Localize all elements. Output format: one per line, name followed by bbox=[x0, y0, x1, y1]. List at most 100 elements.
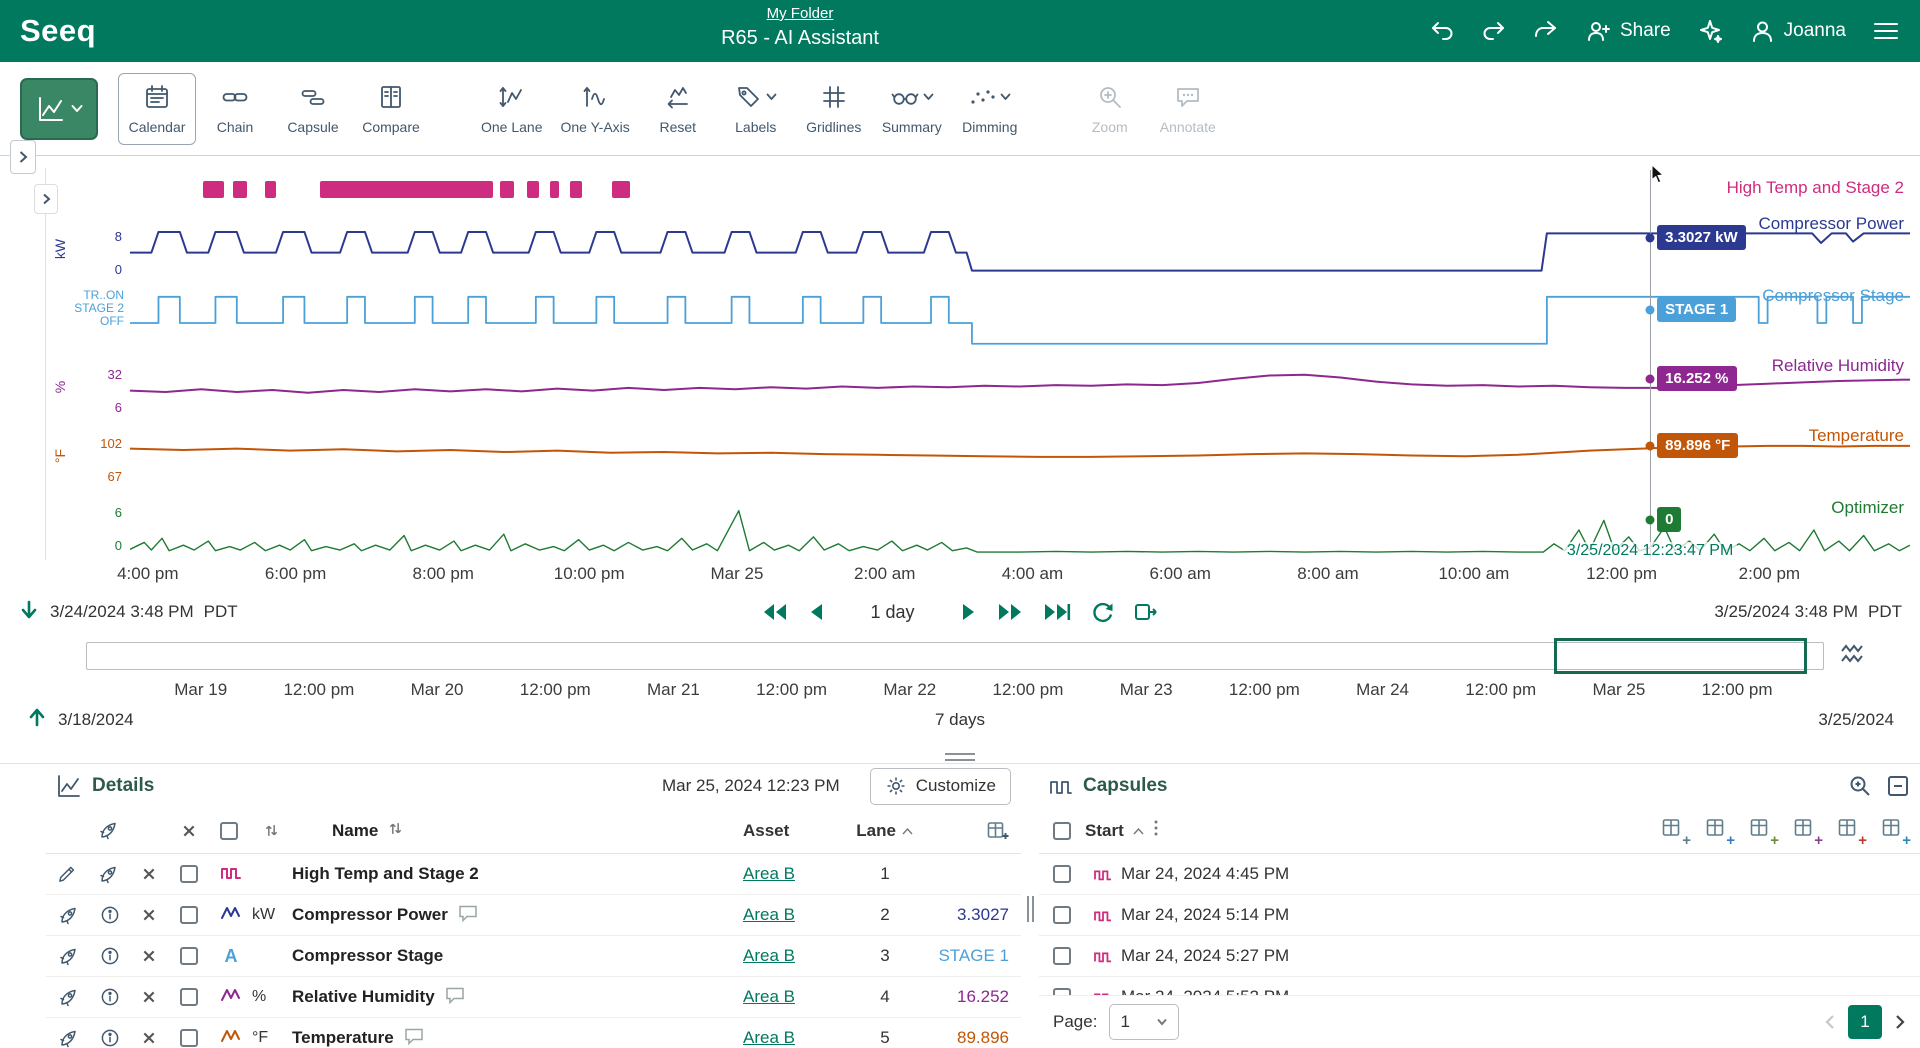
collapse-panel-icon[interactable] bbox=[1886, 774, 1910, 798]
reset-button[interactable]: Reset bbox=[639, 73, 717, 145]
ai-assistant-icon[interactable] bbox=[1697, 18, 1723, 44]
column-menu-icon[interactable] bbox=[1153, 819, 1159, 842]
lane-y-axis[interactable]: 6 0 bbox=[46, 490, 130, 559]
prev-page-button[interactable] bbox=[1824, 1014, 1836, 1030]
step-back-button[interactable] bbox=[808, 602, 824, 622]
capsule-checkbox[interactable] bbox=[1053, 947, 1071, 965]
current-page-button[interactable]: 1 bbox=[1848, 1005, 1882, 1039]
next-page-button[interactable] bbox=[1894, 1014, 1906, 1030]
capsule-bar[interactable] bbox=[550, 181, 559, 198]
asset-link[interactable]: Area B bbox=[743, 864, 795, 884]
capsule-checkbox[interactable] bbox=[1053, 865, 1071, 883]
labels-button[interactable]: Labels bbox=[717, 73, 795, 145]
remove-icon[interactable] bbox=[130, 908, 168, 922]
capsule-button[interactable]: Capsule bbox=[274, 73, 352, 145]
remove-icon[interactable] bbox=[130, 1031, 168, 1045]
add-column-icon[interactable] bbox=[917, 821, 1021, 841]
range-start-arrow-icon[interactable] bbox=[18, 599, 40, 626]
add-capsule-column-icon[interactable]: + bbox=[1794, 818, 1816, 843]
overview-track[interactable] bbox=[86, 642, 1824, 670]
series-label[interactable]: Optimizer bbox=[1831, 498, 1904, 518]
info-icon[interactable] bbox=[90, 946, 130, 966]
select-all-checkbox[interactable] bbox=[220, 822, 238, 840]
compare-button[interactable]: Compare bbox=[352, 73, 430, 145]
asset-link[interactable]: Area B bbox=[743, 1028, 795, 1048]
row-checkbox[interactable] bbox=[180, 1029, 198, 1047]
breadcrumb[interactable]: My Folder bbox=[767, 5, 834, 22]
edit-icon[interactable] bbox=[46, 865, 86, 884]
view-selector-dropdown[interactable] bbox=[20, 78, 98, 140]
comment-icon[interactable] bbox=[404, 1027, 424, 1048]
add-capsule-column-icon[interactable]: + bbox=[1706, 818, 1728, 843]
capsule-bar[interactable] bbox=[320, 181, 493, 198]
overview-start-arrow-icon[interactable] bbox=[26, 706, 48, 733]
sort-type-icon[interactable] bbox=[250, 823, 292, 838]
calendar-button[interactable]: Calendar bbox=[118, 73, 196, 145]
row-checkbox[interactable] bbox=[180, 988, 198, 1006]
trend-plot[interactable]: High Temp and Stage 2 Compressor Power C… bbox=[130, 168, 1910, 560]
redo-icon[interactable] bbox=[1481, 18, 1507, 44]
capsule-checkbox[interactable] bbox=[1053, 906, 1071, 924]
capsules-zoom-icon[interactable] bbox=[1848, 774, 1872, 798]
add-capsule-column-icon[interactable]: + bbox=[1882, 818, 1904, 843]
name-column-header[interactable]: Name bbox=[332, 821, 743, 841]
share-button[interactable]: Share bbox=[1585, 18, 1671, 45]
comment-icon[interactable] bbox=[458, 904, 478, 927]
hamburger-menu-icon[interactable] bbox=[1872, 19, 1900, 43]
gridlines-button[interactable]: Gridlines bbox=[795, 73, 873, 145]
duration-label[interactable]: 1 day bbox=[870, 602, 914, 623]
row-checkbox[interactable] bbox=[180, 947, 198, 965]
splitter-handle[interactable] bbox=[1027, 896, 1034, 922]
rocket-icon[interactable] bbox=[46, 1028, 90, 1048]
info-icon[interactable] bbox=[90, 905, 130, 925]
overview-options-icon[interactable] bbox=[1839, 641, 1865, 672]
overview-duration[interactable]: 7 days bbox=[456, 710, 1464, 730]
x-axis[interactable]: 4:00 pm 6:00 pm 8:00 pm 10:00 pm Mar 25 … bbox=[130, 560, 1910, 590]
splitter-handle[interactable] bbox=[945, 753, 975, 761]
lane-column-header[interactable]: Lane bbox=[853, 821, 917, 841]
customize-button[interactable]: Customize bbox=[870, 768, 1011, 805]
page-size-select[interactable]: 1 bbox=[1109, 1004, 1179, 1040]
series-label[interactable]: High Temp and Stage 2 bbox=[1727, 178, 1904, 198]
add-capsule-column-icon[interactable]: + bbox=[1750, 818, 1772, 843]
capsule-bar[interactable] bbox=[612, 181, 630, 198]
rocket-icon[interactable] bbox=[46, 905, 90, 926]
item-name[interactable]: High Temp and Stage 2 bbox=[292, 864, 479, 884]
series-label[interactable]: Relative Humidity bbox=[1772, 356, 1904, 376]
overview-window[interactable] bbox=[1554, 638, 1807, 674]
share-link-icon[interactable] bbox=[1533, 18, 1559, 44]
remove-icon[interactable] bbox=[130, 949, 168, 963]
investigate-all-icon[interactable] bbox=[86, 820, 130, 841]
capsule-start-time[interactable]: Mar 24, 2024 5:27 PM bbox=[1121, 946, 1289, 966]
info-icon[interactable] bbox=[90, 1028, 130, 1048]
start-column-header[interactable]: Start bbox=[1085, 819, 1159, 842]
step-to-end-button[interactable] bbox=[1043, 602, 1071, 622]
user-menu[interactable]: Joanna bbox=[1749, 18, 1846, 45]
lane-y-axis[interactable]: TR..ON STAGE 2 OFF bbox=[46, 283, 130, 352]
step-forward-full-button[interactable] bbox=[997, 602, 1023, 622]
series-label[interactable]: Compressor Stage bbox=[1762, 286, 1904, 306]
lane-y-axis[interactable]: kW 8 0 bbox=[46, 214, 130, 283]
remove-icon[interactable] bbox=[130, 990, 168, 1004]
rocket-icon[interactable] bbox=[46, 946, 90, 967]
remove-icon[interactable] bbox=[130, 867, 168, 881]
summary-button[interactable]: Summary bbox=[873, 73, 951, 145]
add-capsule-column-icon[interactable]: + bbox=[1838, 818, 1860, 843]
annotate-button[interactable]: Annotate bbox=[1149, 73, 1227, 145]
capsule-bar[interactable] bbox=[570, 181, 582, 198]
series-label[interactable]: Compressor Power bbox=[1759, 214, 1905, 234]
rocket-icon[interactable] bbox=[86, 864, 130, 885]
capsule-bar[interactable] bbox=[527, 181, 539, 198]
item-name[interactable]: Compressor Stage bbox=[292, 946, 443, 966]
step-back-full-button[interactable] bbox=[762, 602, 788, 622]
row-checkbox[interactable] bbox=[180, 906, 198, 924]
remove-all-icon[interactable] bbox=[170, 824, 208, 838]
capsule-bar[interactable] bbox=[265, 181, 276, 198]
item-name[interactable]: Temperature bbox=[292, 1028, 394, 1048]
sidebar-expander[interactable] bbox=[10, 140, 36, 174]
info-icon[interactable] bbox=[90, 987, 130, 1007]
chain-button[interactable]: Chain bbox=[196, 73, 274, 145]
rocket-icon[interactable] bbox=[46, 987, 90, 1008]
series-label[interactable]: Temperature bbox=[1809, 426, 1904, 446]
add-capsule-column-icon[interactable]: + bbox=[1662, 818, 1684, 843]
